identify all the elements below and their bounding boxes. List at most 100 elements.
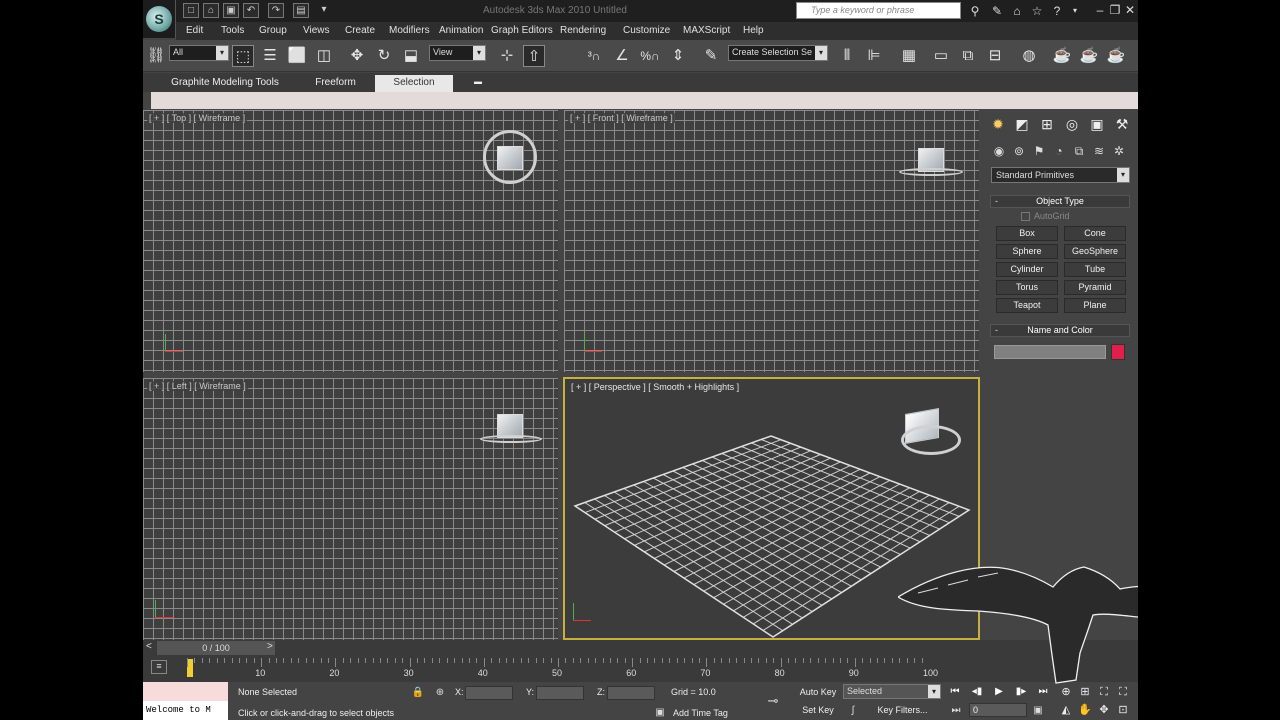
sphere-button[interactable]: Sphere xyxy=(996,244,1058,259)
current-frame-field[interactable]: 0 xyxy=(969,703,1027,717)
utilities-tab-icon[interactable]: ⚒ xyxy=(1112,114,1132,134)
cone-button[interactable]: Cone xyxy=(1064,226,1126,241)
display-tab-icon[interactable]: ▣ xyxy=(1087,114,1107,134)
geometry-icon[interactable]: ◉ xyxy=(990,142,1008,160)
time-tag-icon[interactable]: ▣ xyxy=(653,706,667,720)
application-button[interactable]: S xyxy=(143,0,176,38)
edit-named-selection-icon[interactable]: ✎ xyxy=(700,45,722,67)
modify-tab-icon[interactable]: ◩ xyxy=(1012,114,1032,134)
layer-manager-icon[interactable]: ▦ xyxy=(898,45,920,67)
space-warps-icon[interactable]: ≋ xyxy=(1090,142,1108,160)
primitive-category-dropdown[interactable]: Standard Primitives ▾ xyxy=(991,167,1130,183)
tab-selection[interactable]: Selection xyxy=(375,75,453,92)
render-production-icon[interactable]: ☕ xyxy=(1105,45,1127,67)
menu-views[interactable]: Views xyxy=(303,25,330,36)
menu-create[interactable]: Create xyxy=(345,25,375,36)
object-name-field[interactable] xyxy=(994,345,1106,359)
menu-tools[interactable]: Tools xyxy=(221,25,244,36)
maximize-viewport-icon[interactable]: ⊡ xyxy=(1115,702,1131,718)
object-type-rollout[interactable]: - Object Type xyxy=(990,195,1130,208)
help-icon[interactable]: ? xyxy=(1049,3,1065,19)
key-mode-dropdown[interactable]: Selected ▾ xyxy=(843,684,941,699)
autogrid-checkbox[interactable]: AutoGrid xyxy=(1021,211,1070,222)
menu-graph-editors[interactable]: Graph Editors xyxy=(491,25,553,36)
ribbon-minimize-icon[interactable]: ▬ xyxy=(468,75,488,92)
set-key-button[interactable]: Set Key xyxy=(796,703,840,718)
spinner-snap-icon[interactable]: ⇕ xyxy=(667,45,689,67)
menu-modifiers[interactable]: Modifiers xyxy=(389,25,430,36)
project-folder-icon[interactable]: ▤ xyxy=(293,3,309,18)
render-setup-icon[interactable]: ☕ xyxy=(1051,45,1073,67)
viewport-label-left[interactable]: [ + ] [ Left ] [ Wireframe ] xyxy=(147,381,248,391)
y-coordinate-field[interactable] xyxy=(536,686,584,700)
tube-button[interactable]: Tube xyxy=(1064,262,1126,277)
next-frame-icon[interactable]: ▮▸ xyxy=(1012,684,1030,699)
pivot-center-icon[interactable]: ⊹ xyxy=(496,45,518,67)
add-time-tag-button[interactable]: Add Time Tag xyxy=(673,708,728,718)
scale-icon[interactable]: ⬓ xyxy=(400,45,422,67)
pyramid-button[interactable]: Pyramid xyxy=(1064,280,1126,295)
zoom-extents-all-icon[interactable]: ⛶ xyxy=(1115,684,1131,700)
selection-filter-dropdown[interactable]: All ▾ xyxy=(169,45,229,61)
z-coordinate-field[interactable] xyxy=(607,686,655,700)
favorites-icon[interactable]: ☆ xyxy=(1029,3,1045,19)
schematic-view-icon[interactable]: ⊟ xyxy=(984,45,1006,67)
rotate-icon[interactable]: ↻ xyxy=(373,45,395,67)
hierarchy-tab-icon[interactable]: ⊞ xyxy=(1037,114,1057,134)
lights-icon[interactable]: ⚑ xyxy=(1030,142,1048,160)
angle-snap-icon[interactable]: ∠ xyxy=(611,45,633,67)
viewport-top[interactable]: [ + ] [ Top ] [ Wireframe ] xyxy=(143,110,558,372)
help-dropdown-icon[interactable]: ▾ xyxy=(1067,3,1083,19)
mini-curve-editor-icon[interactable]: ≡ xyxy=(151,660,167,674)
time-slider[interactable]: < 0 / 100 > xyxy=(143,640,1138,656)
tab-graphite-modeling-tools[interactable]: Graphite Modeling Tools xyxy=(168,75,282,92)
zoom-extents-icon[interactable]: ⛶ xyxy=(1096,684,1112,700)
motion-tab-icon[interactable]: ◎ xyxy=(1062,114,1082,134)
torus-button[interactable]: Torus xyxy=(996,280,1058,295)
menu-maxscript[interactable]: MAXScript xyxy=(683,25,730,36)
material-editor-icon[interactable]: ◍ xyxy=(1018,45,1040,67)
tab-freeform[interactable]: Freeform xyxy=(303,75,368,92)
restore-icon[interactable]: ❐ xyxy=(1108,3,1122,17)
time-slider-thumb[interactable]: 0 / 100 xyxy=(157,641,275,655)
default-tangent-icon[interactable]: ∫ xyxy=(846,704,860,718)
link-icon[interactable]: ⛓ xyxy=(145,45,167,67)
pan-view-icon[interactable]: ✋ xyxy=(1077,702,1093,718)
select-manipulate-icon[interactable]: ⇧ xyxy=(523,45,545,67)
menu-customize[interactable]: Customize xyxy=(623,25,670,36)
geosphere-button[interactable]: GeoSphere xyxy=(1064,244,1126,259)
binoculars-icon[interactable]: ⚲ xyxy=(967,3,983,19)
systems-icon[interactable]: ✲ xyxy=(1110,142,1128,160)
go-to-start-icon[interactable]: ⏮ xyxy=(946,684,964,699)
minimize-icon[interactable]: – xyxy=(1093,3,1107,17)
maxscript-listener[interactable]: Welcome to M xyxy=(143,682,228,720)
key-filters-button[interactable]: Key Filters... xyxy=(870,703,935,718)
go-to-end-icon[interactable]: ⏭ xyxy=(1034,684,1052,699)
mirror-icon[interactable]: ⫴ xyxy=(836,45,858,67)
snap-toggle-icon[interactable]: ³∩ xyxy=(583,45,605,67)
percent-snap-icon[interactable]: %∩ xyxy=(639,45,661,67)
viewport-label-front[interactable]: [ + ] [ Front ] [ Wireframe ] xyxy=(568,113,675,123)
subscription-icon[interactable]: ✎ xyxy=(989,3,1005,19)
search-input[interactable]: Type a keyword or phrase xyxy=(796,2,961,19)
box-object[interactable] xyxy=(497,146,523,170)
maxscript-output[interactable]: Welcome to M xyxy=(143,701,228,720)
new-scene-icon[interactable]: □ xyxy=(183,3,199,18)
play-icon[interactable]: ▶ xyxy=(990,684,1008,699)
curve-editor-icon[interactable]: ⧉ xyxy=(957,45,979,67)
time-slider-prev-icon[interactable]: < xyxy=(146,641,152,652)
menu-edit[interactable]: Edit xyxy=(186,25,203,36)
create-tab-icon[interactable]: ✹ xyxy=(988,114,1008,134)
viewport-label-top[interactable]: [ + ] [ Top ] [ Wireframe ] xyxy=(147,113,248,123)
communication-center-icon[interactable]: ⌂ xyxy=(1009,3,1025,19)
viewport-left[interactable]: [ + ] [ Left ] [ Wireframe ] xyxy=(143,378,558,640)
box-button[interactable]: Box xyxy=(996,226,1058,241)
zoom-all-icon[interactable]: ⊞ xyxy=(1077,684,1093,700)
select-by-name-icon[interactable]: ☰ xyxy=(259,45,281,67)
key-icon[interactable]: ⊸ xyxy=(766,694,780,708)
rendered-frame-window-icon[interactable]: ☕ xyxy=(1078,45,1100,67)
graphite-toggle-icon[interactable]: ▭ xyxy=(930,45,952,67)
teapot-button[interactable]: Teapot xyxy=(996,298,1058,313)
object-color-swatch[interactable] xyxy=(1111,344,1125,360)
quick-access-dropdown-icon[interactable]: ▾ xyxy=(316,3,332,18)
